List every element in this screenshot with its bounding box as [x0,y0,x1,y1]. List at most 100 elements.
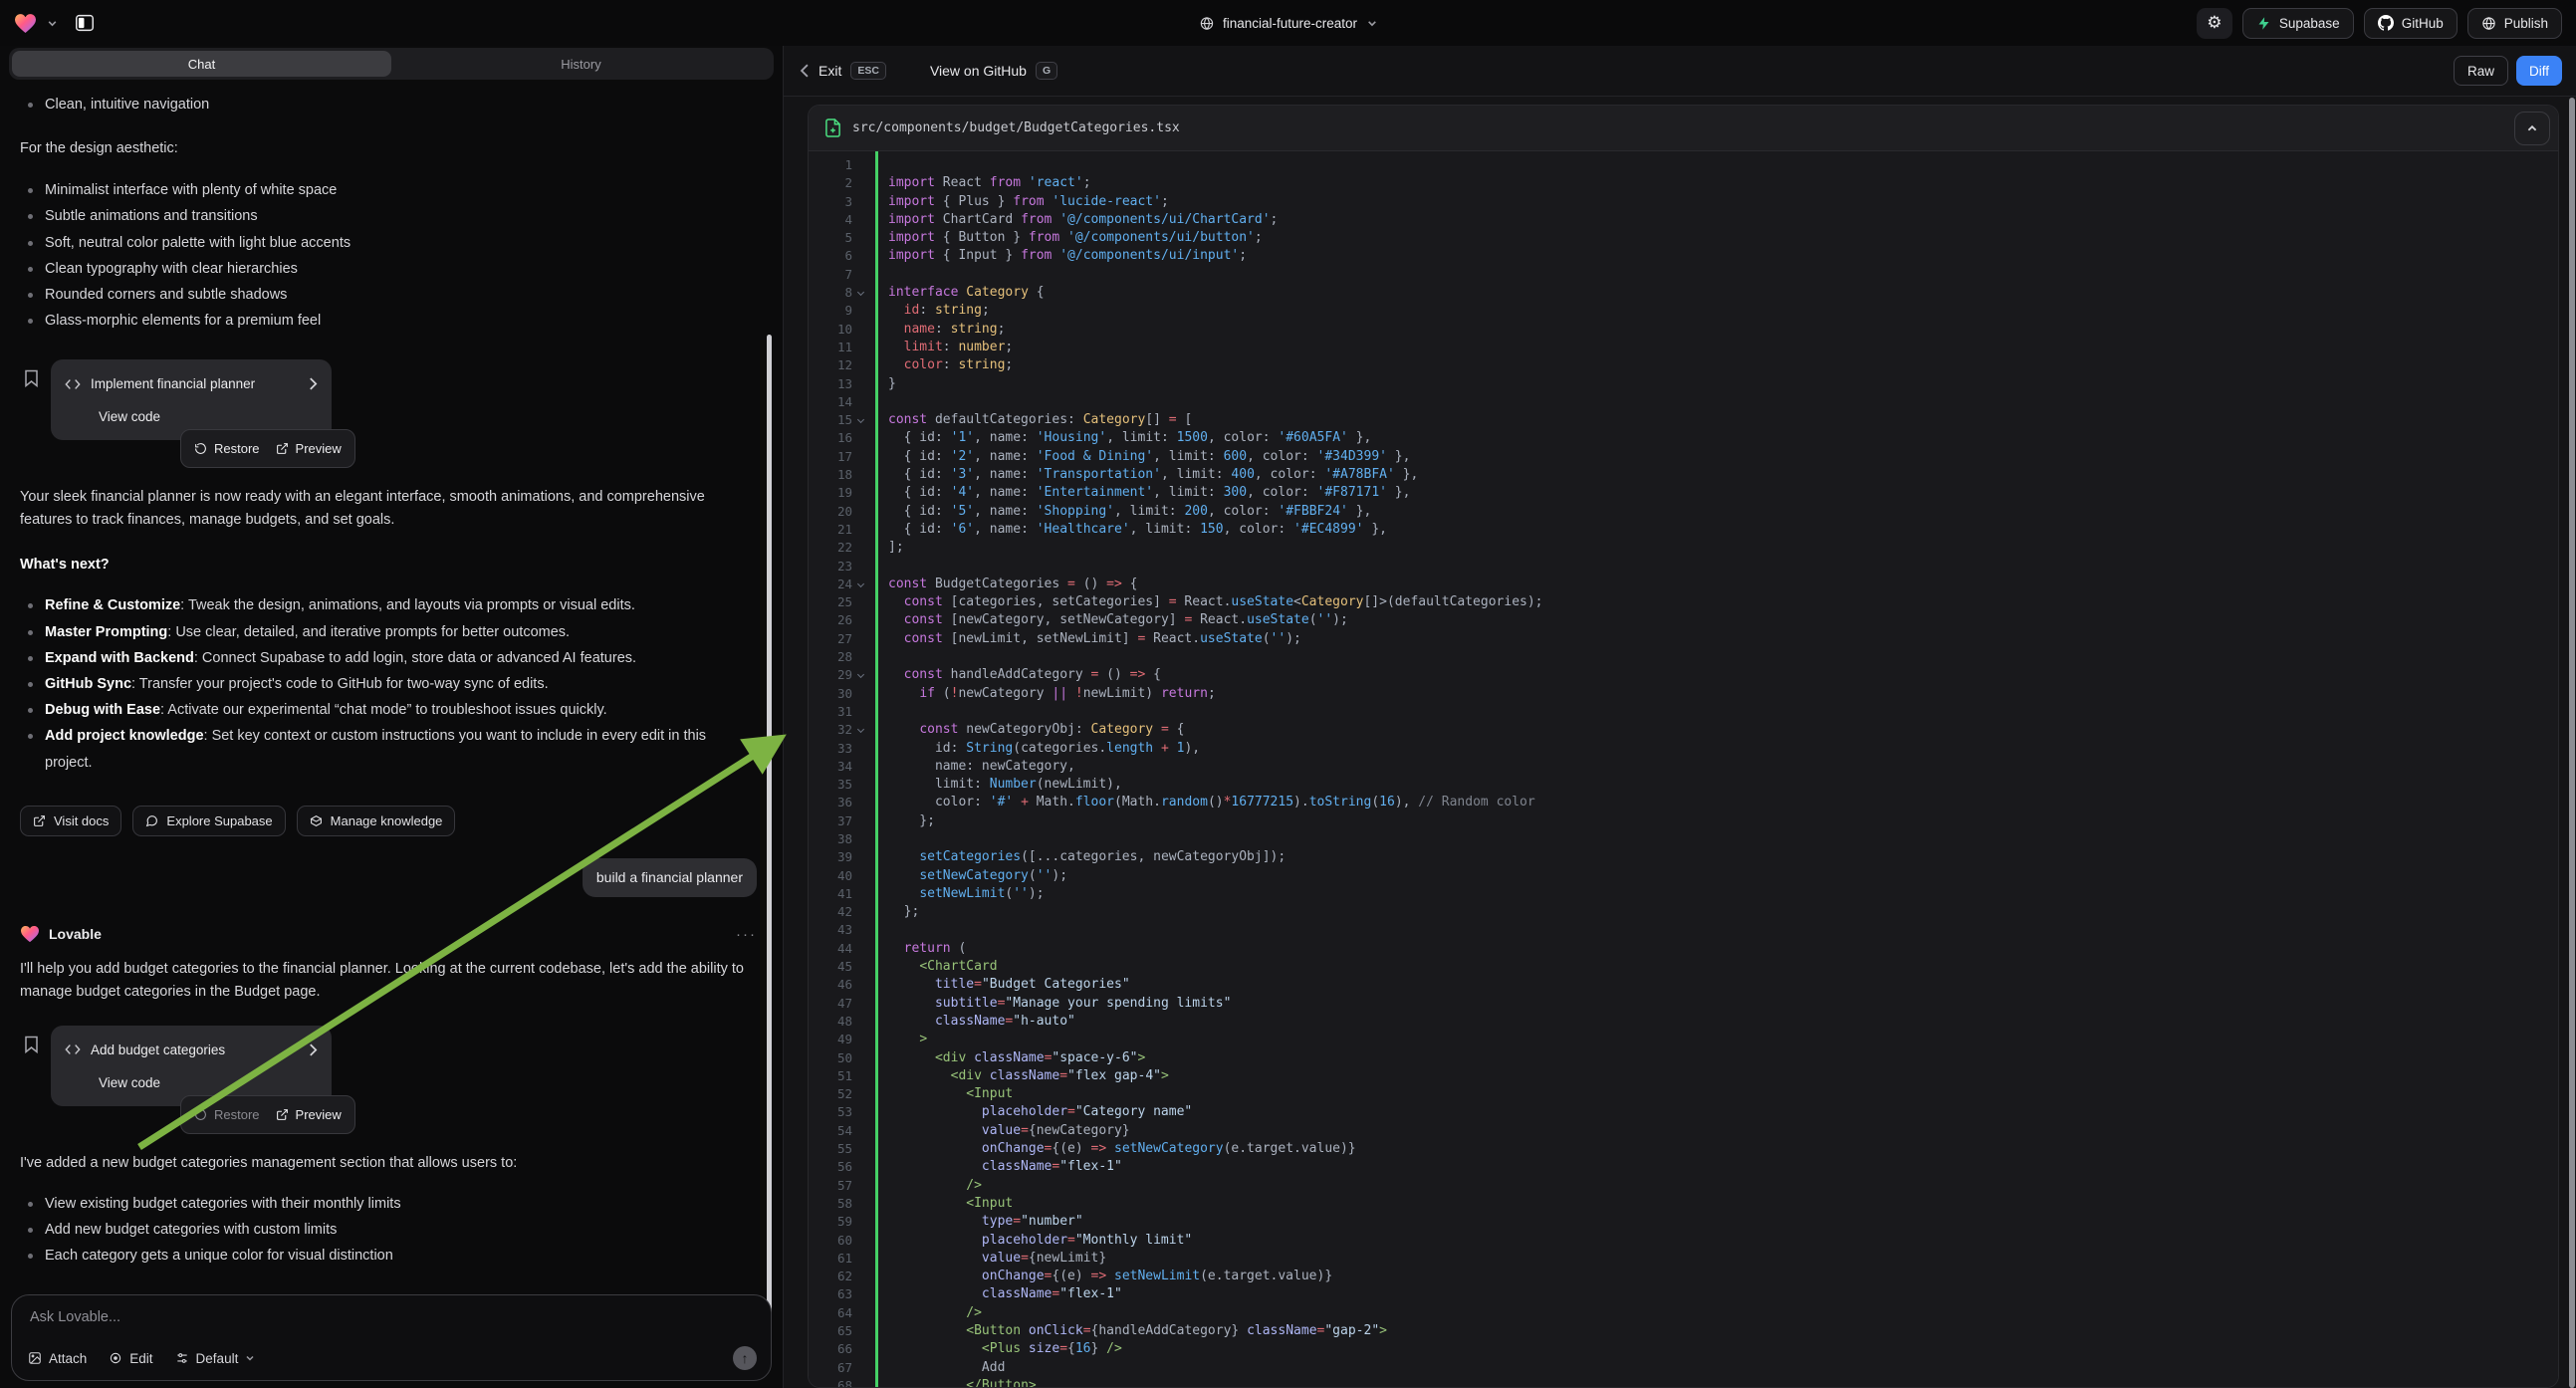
version-card-add-budget[interactable]: Add budget categories View code [51,1026,332,1106]
publish-globe-icon [2481,16,2496,31]
list-item: Clean typography with clear hierarchies [20,256,757,282]
explore-supabase-button[interactable]: Explore Supabase [132,806,285,836]
code-line: 56 className="flex-1" [809,1158,2558,1176]
lovable-heart-icon [20,925,40,943]
list-item: Add new budget categories with custom li… [20,1217,757,1243]
fold-chevron-icon[interactable] [857,671,864,678]
project-switcher[interactable]: financial-future-creator [1199,16,1377,31]
project-chevron-down-icon [1366,18,1377,29]
code-line: 58 <Input [809,1195,2558,1213]
line-number: 19 [809,484,852,502]
message-menu-icon[interactable]: ··· [736,923,757,946]
file-path: src/components/budget/BudgetCategories.t… [852,120,1180,135]
line-number: 20 [809,503,852,521]
fold-chevron-icon[interactable] [857,416,864,423]
code-line: 57 /> [809,1177,2558,1195]
view-code-link[interactable]: View code [99,1071,318,1094]
fold-chevron-icon[interactable] [857,580,864,587]
code-line: 59 type="number" [809,1213,2558,1231]
manage-knowledge-button[interactable]: Manage knowledge [297,806,456,836]
view-on-github-link[interactable]: View on GitHub [930,63,1027,79]
composer: Ask Lovable... Attach Edit Default ↑ [11,1294,772,1381]
line-number: 21 [809,521,852,539]
code-line: 62 onChange={(e) => setNewLimit(e.target… [809,1268,2558,1285]
restore-button[interactable]: Restore [194,437,260,460]
code-line: 1 [809,156,2558,174]
logo-chevron-down-icon[interactable] [47,18,58,29]
code-line: 25 const [categories, setCategories] = R… [809,593,2558,611]
code-line: 42 }; [809,903,2558,921]
file-diff-card: src/components/budget/BudgetCategories.t… [808,105,2559,1388]
next-step-item: Debug with Ease: Activate our experiment… [20,697,757,723]
code-line: 52 <Input [809,1085,2558,1103]
bookmark-icon[interactable] [24,369,39,387]
file-added-icon [824,118,841,137]
code-line: 45 <ChartCard [809,958,2558,976]
external-link-icon [276,442,289,455]
line-number: 36 [809,794,852,811]
code-line: 65 <Button onClick={handleAddCategory} c… [809,1322,2558,1340]
bookmark-icon[interactable] [24,1036,39,1053]
tab-history[interactable]: History [391,51,771,77]
edit-button[interactable]: Edit [109,1351,152,1366]
view-code-link[interactable]: View code [99,405,318,428]
line-number: 60 [809,1232,852,1250]
line-number: 33 [809,740,852,758]
line-number: 55 [809,1140,852,1158]
tab-chat[interactable]: Chat [12,51,391,77]
line-number: 30 [809,685,852,703]
chat-input[interactable]: Ask Lovable... [30,1309,755,1325]
lovable-logo-heart-icon[interactable] [14,13,37,34]
chat-scrollbar[interactable] [767,335,772,1325]
diff-toggle-button[interactable]: Diff [2516,56,2562,86]
next-step-item: GitHub Sync: Transfer your project's cod… [20,671,757,697]
code-line: 54 value={newCategory} [809,1122,2558,1140]
line-number: 5 [809,229,852,247]
attach-button[interactable]: Attach [28,1351,87,1366]
code-line: 46 title="Budget Categories" [809,976,2558,994]
external-link-icon [33,814,46,827]
preview-button[interactable]: Preview [276,437,342,460]
line-number: 58 [809,1195,852,1213]
code-editor[interactable]: 12import React from 'react';3import { Pl… [809,151,2558,1388]
line-number: 29 [809,666,852,684]
line-number: 7 [809,266,852,284]
fold-chevron-icon[interactable] [857,726,864,733]
list-item: View existing budget categories with the… [20,1191,757,1217]
code-line: 32 const newCategoryObj: Category = { [809,721,2558,739]
preview-button[interactable]: Preview [276,1103,342,1126]
sidebar-toggle-icon[interactable] [74,12,96,34]
line-number: 42 [809,903,852,921]
mode-selector[interactable]: Default [175,1351,256,1366]
chevron-left-icon[interactable] [800,64,810,78]
code-line: 11 limit: number; [809,339,2558,356]
exit-button[interactable]: Exit [819,63,841,79]
line-number: 52 [809,1085,852,1103]
fold-chevron-icon[interactable] [857,289,864,296]
collapse-file-button[interactable] [2514,112,2550,145]
send-button[interactable]: ↑ [733,1346,757,1370]
settings-gear-icon[interactable]: ⚙ [2197,8,2232,39]
line-number: 38 [809,830,852,848]
version-card-implement[interactable]: Implement financial planner View code [51,359,332,440]
supabase-button[interactable]: Supabase [2242,8,2354,39]
line-number: 22 [809,539,852,557]
code-line: 17 { id: '2', name: 'Food & Dining', lim… [809,448,2558,466]
chat-messages[interactable]: Clean, intuitive navigation For the desi… [0,84,783,1388]
restore-button[interactable]: Restore [194,1103,260,1126]
visit-docs-button[interactable]: Visit docs [20,806,121,836]
code-line: 48 className="h-auto" [809,1013,2558,1031]
code-line: 16 { id: '1', name: 'Housing', limit: 15… [809,429,2558,447]
file-header[interactable]: src/components/budget/BudgetCategories.t… [809,106,2558,151]
code-line: 15const defaultCategories: Category[] = … [809,411,2558,429]
line-number: 56 [809,1158,852,1176]
github-button[interactable]: GitHub [2364,8,2458,39]
raw-toggle-button[interactable]: Raw [2454,56,2508,86]
code-scrollbar[interactable] [2569,98,2575,1388]
chevron-up-icon [2526,122,2538,134]
code-line: 44 return ( [809,940,2558,958]
publish-button[interactable]: Publish [2467,8,2562,39]
code-line: 24const BudgetCategories = () => { [809,576,2558,593]
line-number: 9 [809,302,852,320]
next-step-item: Refine & Customize: Tweak the design, an… [20,592,757,618]
